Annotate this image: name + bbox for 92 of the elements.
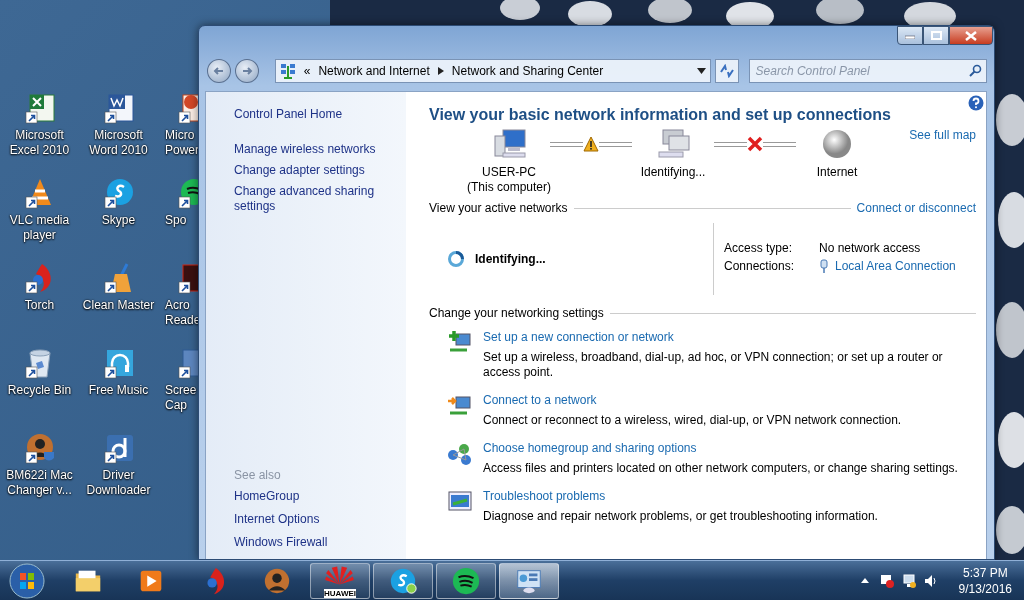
task-description: Diagnose and repair network problems, or get troubleshooting information. — [483, 509, 878, 524]
sidebar-link[interactable]: Change advanced sharing settings — [234, 184, 384, 214]
section-heading: View your active networks — [429, 201, 568, 215]
chat-icon — [102, 177, 135, 209]
task-description: Set up a wireless, broadband, dial-up, ad hoc, or VPN connection; or set up a router or access point. — [483, 350, 944, 380]
node-label: (This computer) — [467, 180, 551, 195]
node-label: Internet — [816, 165, 858, 180]
icon-label[interactable]: Clean Master — [82, 298, 155, 313]
icon-label[interactable]: VLC media — [9, 213, 70, 228]
download-icon — [102, 432, 135, 464]
icon-label[interactable]: Acro — [165, 298, 190, 313]
warning-icon — [583, 136, 599, 152]
taskbar-button[interactable] — [373, 562, 433, 599]
icon-label[interactable]: Spo — [165, 213, 187, 228]
sidebar-link[interactable]: Internet Options — [234, 511, 406, 528]
task-link[interactable]: Choose homegroup and sharing options — [483, 441, 958, 455]
icon-label[interactable]: Recycle Bin — [7, 383, 72, 398]
back-arrow-icon — [212, 65, 225, 77]
sidebar-link[interactable]: Windows Firewall — [234, 534, 406, 551]
spreadsheet-icon — [23, 92, 56, 124]
sidebar-link[interactable]: Control Panel Home — [234, 106, 406, 123]
start-button[interactable] — [8, 561, 46, 600]
field-label: Connections: — [724, 259, 796, 273]
sidebar-link[interactable]: Manage wireless networks — [234, 142, 384, 157]
computer-icon — [491, 128, 527, 160]
network-name: Identifying... — [475, 252, 546, 266]
dropdown-icon[interactable] — [696, 68, 706, 74]
icon-label[interactable]: Driver — [102, 468, 135, 483]
task-description: Connect or reconnect to a wireless, wired, dial-up, or VPN network connection. — [483, 413, 902, 428]
icon-label[interactable]: Word 2010 — [89, 143, 148, 158]
icon-label[interactable]: Skype — [101, 213, 136, 228]
icon-label[interactable]: Downloader — [86, 483, 151, 498]
refresh-button[interactable] — [714, 59, 739, 83]
help-icon[interactable] — [968, 95, 984, 111]
arrow-computer-icon — [447, 393, 473, 417]
icon-label[interactable]: Scree — [165, 383, 197, 398]
icon-label[interactable]: Free Music — [88, 383, 149, 398]
icon-label[interactable]: BM622i Mac — [6, 468, 73, 483]
refresh-icon — [718, 64, 735, 78]
round-icon — [451, 565, 481, 596]
section-heading: Change your networking settings — [429, 306, 604, 320]
page-title: View your basic network information and set up connections — [429, 106, 892, 124]
connect-link[interactable]: Connect or disconnect — [856, 201, 976, 215]
avatar-icon — [23, 432, 56, 464]
icon-label[interactable]: Microsoft — [15, 128, 64, 143]
node-label: Identifying... — [640, 165, 706, 180]
flag-icon[interactable] — [878, 572, 895, 589]
task-link[interactable]: Set up a new connection or network — [483, 330, 976, 344]
plus-computer-icon — [447, 330, 473, 354]
section-heading: See also — [234, 468, 282, 482]
search-field[interactable]: Search Control Panel — [748, 59, 987, 83]
breadcrumb[interactable]: Network and Internet — [318, 64, 430, 78]
node-label: USER-PC — [482, 165, 536, 180]
icon-label[interactable]: Changer v... — [7, 483, 72, 498]
sidebar-link[interactable]: Change adapter settings — [234, 163, 384, 178]
taskbar-button[interactable] — [436, 562, 496, 599]
icon-label[interactable]: Cap — [165, 398, 187, 413]
task-link[interactable]: Troubleshoot problems — [483, 489, 878, 503]
task-link[interactable]: Connect to a network — [483, 393, 902, 407]
cross-icon — [747, 136, 763, 152]
plug-icon — [819, 259, 829, 273]
document-icon — [102, 92, 135, 124]
logo-text: HUAWEI — [324, 588, 356, 598]
address-bar[interactable]: « Network and Internet Network and Sharing Center — [274, 59, 711, 83]
task-description: Access files and printers located on other network computers, or change sharing settings. — [483, 461, 958, 476]
field-value: No network access — [819, 241, 922, 255]
search-icon — [969, 64, 982, 77]
icon-label[interactable]: Micro — [165, 128, 195, 143]
forward-button[interactable] — [234, 59, 259, 83]
molecule-icon — [447, 441, 473, 465]
screen-check-icon — [447, 489, 473, 513]
field-label: Access type: — [724, 241, 794, 255]
icon-label[interactable]: Microsoft — [94, 128, 143, 143]
taskbar-button[interactable]: HUAWEI — [310, 562, 370, 599]
icon-label[interactable]: Excel 2010 — [9, 143, 70, 158]
spinner-icon — [447, 250, 465, 268]
clock[interactable]: 5:37 PM 9/13/2016 — [958, 564, 1012, 597]
breadcrumb[interactable]: Network and Sharing Center — [451, 64, 604, 78]
sidebar-link[interactable]: HomeGroup — [234, 488, 406, 505]
chevron-icon[interactable] — [437, 67, 444, 75]
network-tray-icon[interactable] — [900, 572, 917, 589]
headphones-icon — [102, 347, 135, 379]
see-full-map-link[interactable]: See full map — [909, 128, 976, 142]
connection-link[interactable]: Local Area Connection — [835, 259, 956, 273]
forward-arrow-icon — [240, 65, 253, 77]
icon-label[interactable]: Power — [165, 143, 199, 158]
back-button[interactable] — [207, 59, 231, 83]
computers-icon — [655, 128, 691, 160]
icon-label[interactable]: Torch — [24, 298, 55, 313]
breadcrumb-overflow[interactable]: « — [303, 64, 311, 78]
network-icon — [279, 63, 296, 79]
icon-label[interactable]: player — [23, 228, 56, 243]
